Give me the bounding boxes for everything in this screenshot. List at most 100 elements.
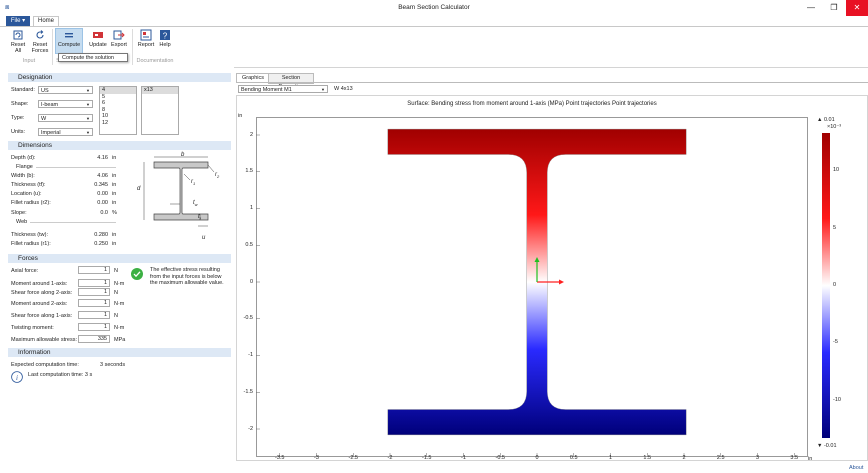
twisting-moment-input[interactable]: 1 [78, 323, 110, 331]
tab-file[interactable]: File ▾ [6, 16, 30, 26]
dimensions-header: Dimensions [8, 141, 231, 150]
x-tick-label: -1.5 [422, 455, 432, 461]
stress-status-message: The effective stress resulting from the … [150, 267, 224, 286]
list-item[interactable]: x13 [142, 87, 178, 94]
group-documentation-label: Documentation [136, 58, 174, 64]
x-tick-label: -2.5 [348, 455, 358, 461]
update-button[interactable]: Update [88, 29, 108, 48]
reset-all-button[interactable]: Reset All [8, 29, 28, 54]
width-unit: in [112, 173, 117, 179]
colorbar-tick-label: 5 [833, 224, 837, 231]
y-tick-label: 0 [249, 278, 253, 285]
refresh-icon [36, 30, 44, 39]
equals-icon [65, 33, 73, 38]
twisting-moment-label: Twisting moment: [11, 325, 54, 331]
axial-force-unit: N [114, 268, 118, 274]
export-icon [113, 30, 125, 40]
diagram-label-r1: r1 [191, 179, 196, 187]
diagram-label-u: u [202, 235, 206, 241]
diagram-label-d: d [137, 186, 141, 192]
reset-all-label: Reset All [10, 42, 26, 54]
about-link[interactable]: About [849, 465, 863, 471]
type-label: Type: [11, 115, 25, 121]
units-select[interactable]: Imperial ▼ [38, 128, 93, 136]
ribbon-tabs: File ▾ Home [0, 16, 868, 27]
y-tick-label: -0.5 [243, 315, 253, 322]
information-header: Information [8, 348, 231, 357]
tab-divider [236, 82, 868, 83]
expected-time-value: 3 seconds [100, 362, 126, 368]
help-label: Help [159, 42, 171, 48]
y-tick-label: 1.5 [245, 168, 253, 175]
colorbar-tick-label: -5 [833, 339, 838, 346]
slope-label: Slope: [11, 210, 27, 216]
shear-1-input[interactable]: 1 [78, 311, 110, 319]
x-tick-label: 3 [755, 455, 760, 461]
y-tick-label: 1 [249, 205, 253, 211]
section-label: W 4x13 [334, 86, 353, 92]
y-tick-marks [256, 134, 260, 430]
reset-forces-label: Reset Forces [31, 42, 49, 54]
max-stress-label: Maximum allowable stress: [11, 337, 78, 343]
y-tick-label: -1 [248, 352, 253, 358]
axial-force-input[interactable]: 1 [78, 266, 110, 274]
twisting-moment-unit: N·m [114, 325, 125, 331]
export-button[interactable]: Export [109, 29, 129, 48]
shear-2-input[interactable]: 1 [78, 288, 110, 296]
x-tick-label: -0.5 [495, 455, 505, 461]
divider [36, 167, 116, 168]
fillet-r2-unit: in [112, 200, 117, 206]
x-tick-label: 0 [535, 455, 539, 461]
x-tick-label: -3 [314, 455, 319, 461]
shape-select[interactable]: I-beam ▼ [38, 100, 93, 108]
diagram-label-r2: r2 [215, 172, 220, 180]
svg-text:?: ? [163, 32, 168, 41]
window-title: Beam Section Calculator [398, 4, 470, 11]
report-button[interactable]: Report [136, 29, 156, 48]
shape-label: Shape: [11, 101, 29, 107]
depth-listbox[interactable]: 4 5 6 8 10 12 [99, 86, 137, 135]
reset-forces-button[interactable]: Reset Forces [30, 29, 50, 54]
x-tick-label: 1 [608, 455, 613, 461]
y-tick-label: -2 [248, 425, 253, 432]
thickness-w-label: Thickness (tw): [11, 232, 48, 238]
depth-unit: in [112, 155, 117, 161]
maximize-button[interactable]: ❐ [823, 0, 845, 16]
depth-value: 4.16 [97, 155, 108, 161]
location-value: 0.00 [97, 191, 108, 197]
thickness-w-value: 0.280 [94, 232, 108, 238]
max-stress-input[interactable]: 335 [78, 335, 110, 343]
location-label: Location (u): [11, 191, 42, 197]
axial-force-label: Axial force: [11, 268, 39, 274]
x-tick-label: 3.5 [790, 455, 799, 461]
y-tick-label: 2 [249, 131, 253, 138]
list-item[interactable]: 12 [100, 120, 136, 127]
thickness-f-unit: in [112, 182, 117, 188]
type-select[interactable]: W ▼ [38, 114, 93, 122]
moment-1-input[interactable]: 1 [78, 279, 110, 287]
info-icon: i [11, 371, 23, 383]
svg-text:i: i [16, 374, 18, 382]
plot-select[interactable]: Bending Moment M1 ▼ [238, 85, 328, 93]
y-tick-label: 0.5 [245, 241, 253, 248]
thickness-f-label: Thickness (tf): [11, 182, 46, 188]
help-button[interactable]: ? Help [156, 29, 174, 48]
minimize-button[interactable]: — [800, 0, 822, 16]
x-tick-label: -2 [387, 455, 393, 461]
compute-button[interactable]: Compute [56, 29, 82, 48]
export-label: Export [111, 42, 127, 48]
fillet-r1-value: 0.250 [94, 241, 108, 247]
x-tick-label: 2 [682, 455, 686, 461]
width-value: 4.06 [97, 173, 108, 179]
weight-listbox[interactable]: x13 [141, 86, 179, 135]
width-label: Width (b): [11, 173, 35, 179]
colorbar [822, 133, 830, 438]
moment-2-unit: N·m [114, 301, 125, 307]
slope-unit: % [112, 210, 117, 216]
standard-select[interactable]: US ▼ [38, 86, 93, 94]
moment-2-input[interactable]: 1 [78, 299, 110, 307]
colorbar-min: ▼ -0.01 [817, 443, 837, 449]
moment-1-label: Moment around 1-axis: [11, 281, 68, 287]
thickness-w-unit: in [112, 232, 117, 238]
close-button[interactable]: ✕ [846, 0, 868, 16]
